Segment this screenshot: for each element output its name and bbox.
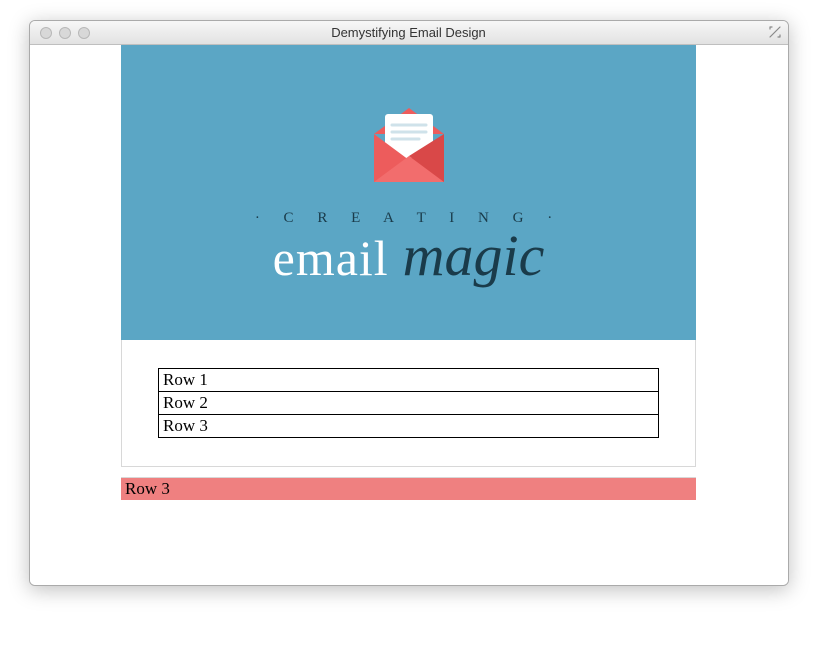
table-row: Row 1 xyxy=(159,369,659,392)
footer-row: Row 3 xyxy=(121,477,696,500)
close-button[interactable] xyxy=(40,27,52,39)
table-row: Row 2 xyxy=(159,392,659,415)
traffic-lights xyxy=(30,27,90,39)
window-title: Demystifying Email Design xyxy=(30,25,788,40)
hero-title-word2: magic xyxy=(403,223,545,288)
hero-section: · C R E A T I N G · email magic xyxy=(121,45,696,340)
spacer xyxy=(121,467,696,477)
window-content: · C R E A T I N G · email magic Row 1 Ro… xyxy=(30,45,788,585)
window-titlebar: Demystifying Email Design xyxy=(30,21,788,45)
table-cell: Row 3 xyxy=(159,415,659,438)
zoom-button[interactable] xyxy=(78,27,90,39)
content-table: Row 1 Row 2 Row 3 xyxy=(158,368,659,438)
email-body: · C R E A T I N G · email magic Row 1 Ro… xyxy=(121,45,696,500)
app-window: Demystifying Email Design xyxy=(29,20,789,586)
table-cell: Row 1 xyxy=(159,369,659,392)
envelope-icon xyxy=(359,100,459,190)
resize-icon[interactable] xyxy=(768,25,782,39)
table-row: Row 3 xyxy=(159,415,659,438)
minimize-button[interactable] xyxy=(59,27,71,39)
email-wrapper: · C R E A T I N G · email magic Row 1 Ro… xyxy=(30,45,788,500)
table-cell: Row 2 xyxy=(159,392,659,415)
hero-title: email magic xyxy=(273,227,545,285)
hero-title-word1: email xyxy=(273,230,389,286)
content-section: Row 1 Row 2 Row 3 xyxy=(121,340,696,467)
